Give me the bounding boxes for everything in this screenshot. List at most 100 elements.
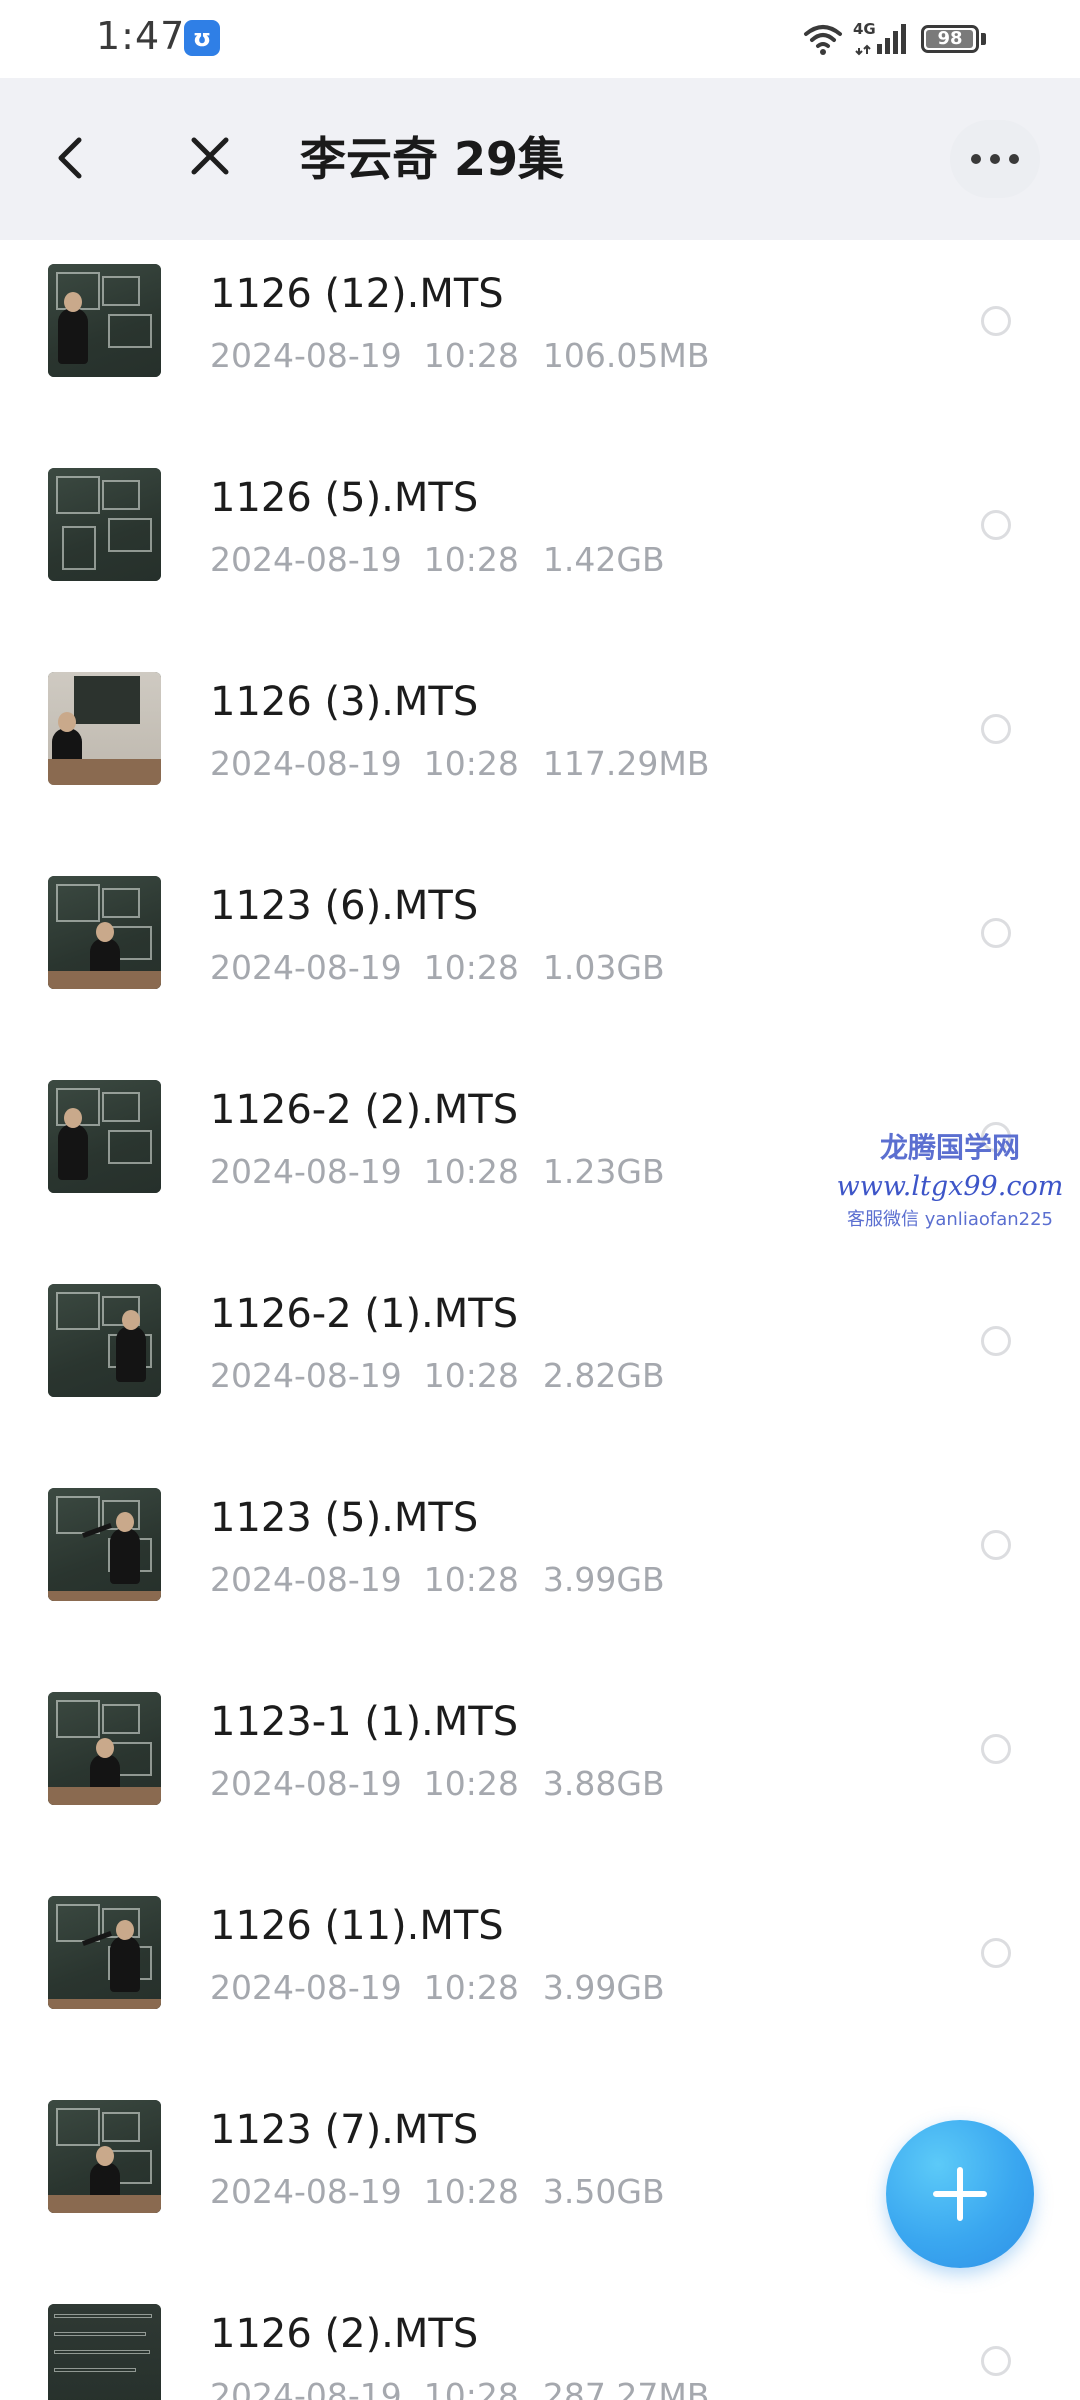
file-time: 10:28 [423,744,519,783]
top-app-bar: 李云奇 29集 [0,78,1080,240]
select-radio[interactable] [981,306,1011,336]
file-size: 287.27MB [542,2376,710,2400]
plus-icon [933,2167,987,2221]
video-thumbnail [48,1488,161,1601]
file-meta: 2024-08-19 10:28 3.88GB [210,1760,665,1808]
file-row[interactable]: 1126-2 (2).MTS 2024-08-19 10:28 1.23GB [0,1056,1080,1260]
file-time: 10:28 [423,1764,519,1803]
file-size: 117.29MB [542,744,710,783]
file-time: 10:28 [423,540,519,579]
app-notification-icon: ʊ [184,20,220,56]
file-size: 3.88GB [542,1764,665,1803]
signal-bars-icon [855,24,906,56]
file-meta: 2024-08-19 10:28 3.99GB [210,1556,665,1604]
file-date: 2024-08-19 [210,948,402,987]
file-list: 1126 (12).MTS 2024-08-19 10:28 106.05MB 1126… [0,240,1080,2400]
cellular-signal: 4G [853,20,911,56]
close-icon [191,137,229,175]
status-indicators: 4G 98 [803,18,986,60]
file-meta: 2024-08-19 10:28 1.42GB [210,536,665,584]
file-time: 10:28 [423,1560,519,1599]
select-radio[interactable] [981,1326,1011,1356]
more-dot [990,154,1000,164]
file-meta: 2024-08-19 10:28 1.23GB [210,1148,665,1196]
file-name: 1126 (2).MTS [210,2311,479,2357]
file-name: 1123 (5).MTS [210,1495,479,1541]
more-options-button[interactable] [950,120,1040,198]
file-row[interactable]: 1126 (12).MTS 2024-08-19 10:28 106.05MB [0,240,1080,444]
file-name: 1126 (5).MTS [210,475,479,521]
battery-indicator: 98 [921,25,979,53]
file-name: 1126 (11).MTS [210,1903,504,1949]
chevron-left-icon [58,137,82,179]
file-name: 1126-2 (1).MTS [210,1291,519,1337]
video-thumbnail [48,2304,161,2400]
file-meta: 2024-08-19 10:28 3.99GB [210,1964,665,2012]
video-thumbnail [48,1080,161,1193]
file-date: 2024-08-19 [210,1968,402,2007]
file-meta: 2024-08-19 10:28 1.03GB [210,944,665,992]
file-row[interactable]: 1126-2 (1).MTS 2024-08-19 10:28 2.82GB [0,1260,1080,1464]
file-meta: 2024-08-19 10:28 117.29MB [210,740,709,788]
file-meta: 2024-08-19 10:28 106.05MB [210,332,709,380]
video-thumbnail [48,468,161,581]
select-radio[interactable] [981,714,1011,744]
file-date: 2024-08-19 [210,1560,402,1599]
file-name: 1123 (7).MTS [210,2107,479,2153]
status-bar: 1:47 ʊ 4G 98 [0,0,1080,78]
file-time: 10:28 [423,336,519,375]
video-thumbnail [48,2100,161,2213]
file-date: 2024-08-19 [210,1356,402,1395]
file-row[interactable]: 1126 (2).MTS 2024-08-19 10:28 287.27MB [0,2280,1080,2400]
file-name: 1126 (3).MTS [210,679,479,725]
battery-tip [981,33,986,45]
file-date: 2024-08-19 [210,2172,402,2211]
file-row[interactable]: 1123 (6).MTS 2024-08-19 10:28 1.03GB [0,852,1080,1056]
file-date: 2024-08-19 [210,540,402,579]
file-time: 10:28 [423,948,519,987]
video-thumbnail [48,1692,161,1805]
file-name: 1123-1 (1).MTS [210,1699,519,1745]
file-name: 1126-2 (2).MTS [210,1087,519,1133]
file-row[interactable]: 1126 (11).MTS 2024-08-19 10:28 3.99GB [0,1872,1080,2076]
back-button[interactable] [40,126,100,190]
file-row[interactable]: 1126 (3).MTS 2024-08-19 10:28 117.29MB [0,648,1080,852]
file-date: 2024-08-19 [210,1764,402,1803]
select-radio[interactable] [981,1530,1011,1560]
file-time: 10:28 [423,1152,519,1191]
file-time: 10:28 [423,1968,519,2007]
select-radio[interactable] [981,510,1011,540]
video-thumbnail [48,876,161,989]
file-size: 106.05MB [542,336,710,375]
add-button[interactable] [886,2120,1034,2268]
file-meta: 2024-08-19 10:28 287.27MB [210,2372,709,2400]
file-size: 3.50GB [542,2172,665,2211]
file-size: 2.82GB [542,1356,665,1395]
video-thumbnail [48,1896,161,2009]
more-dot [1009,154,1019,164]
file-date: 2024-08-19 [210,1152,402,1191]
status-time: 1:47 [96,14,186,58]
select-radio[interactable] [981,1734,1011,1764]
file-time: 10:28 [423,2376,519,2400]
close-button[interactable] [178,124,242,188]
file-size: 1.23GB [542,1152,665,1191]
video-thumbnail [48,672,161,785]
file-size: 3.99GB [542,1968,665,2007]
wifi-icon [804,25,842,55]
file-row[interactable]: 1123 (5).MTS 2024-08-19 10:28 3.99GB [0,1464,1080,1668]
select-radio[interactable] [981,1938,1011,1968]
more-horizontal-icon [971,154,981,164]
select-radio[interactable] [981,1122,1011,1152]
file-size: 1.42GB [542,540,665,579]
file-time: 10:28 [423,1356,519,1395]
select-radio[interactable] [981,2346,1011,2376]
file-row[interactable]: 1126 (5).MTS 2024-08-19 10:28 1.42GB [0,444,1080,648]
battery-level: 98 [937,28,963,49]
file-name: 1123 (6).MTS [210,883,479,929]
file-size: 3.99GB [542,1560,665,1599]
file-row[interactable]: 1123-1 (1).MTS 2024-08-19 10:28 3.88GB [0,1668,1080,1872]
file-name: 1126 (12).MTS [210,271,504,317]
file-meta: 2024-08-19 10:28 2.82GB [210,1352,665,1400]
select-radio[interactable] [981,918,1011,948]
